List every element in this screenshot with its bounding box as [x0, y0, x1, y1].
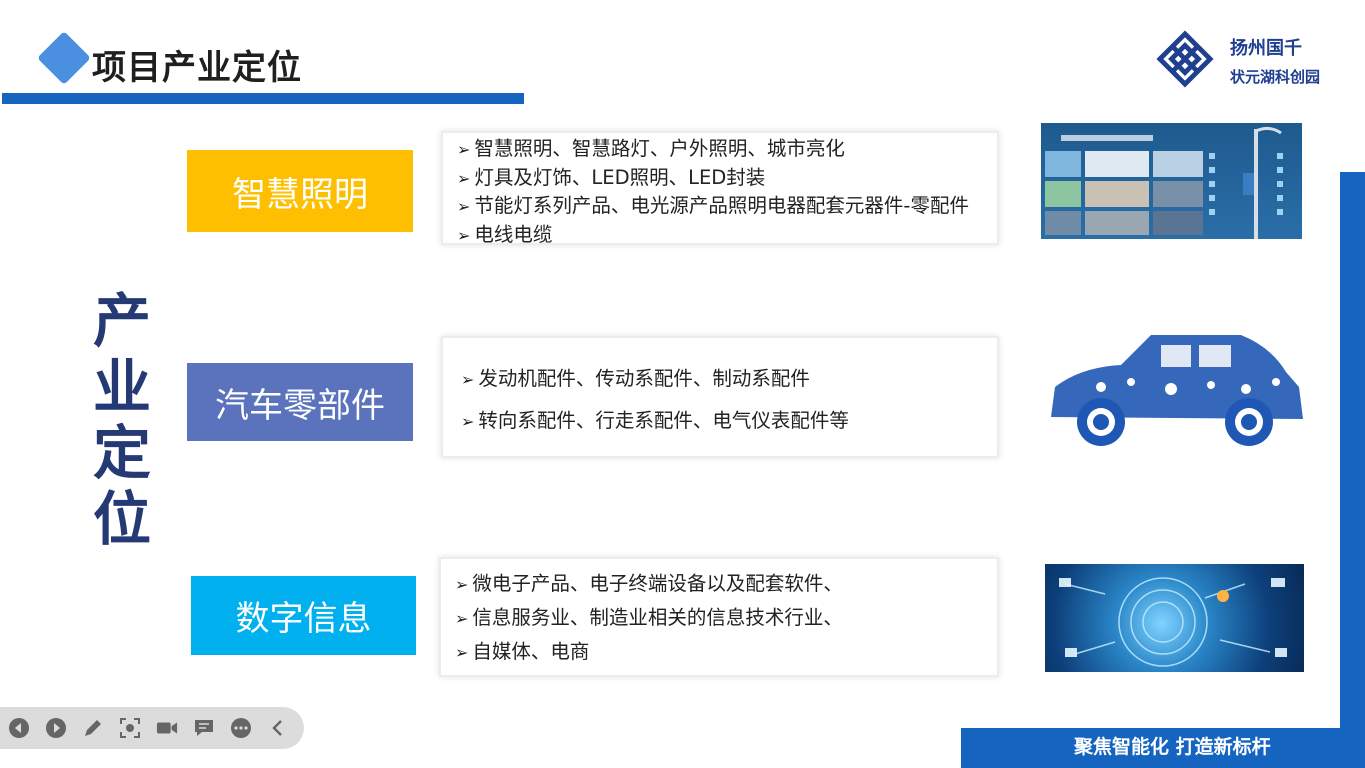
screenshot-icon[interactable] — [119, 717, 141, 739]
right-accent-bar — [1340, 172, 1365, 732]
comment-icon[interactable] — [193, 717, 215, 739]
title-underline — [2, 93, 524, 104]
footer-slogan: 聚焦智能化 打造新标杆 — [961, 728, 1365, 768]
previous-icon[interactable] — [8, 717, 30, 739]
more-icon[interactable] — [230, 717, 252, 739]
list-item: ➢ 信息服务业、制造业相关的信息技术行业、 — [455, 606, 843, 629]
list-item: ➢ 智慧照明、智慧路灯、户外照明、城市亮化 — [457, 137, 845, 160]
pen-icon[interactable] — [82, 717, 104, 739]
list-item: ➢ 电线电缆 — [457, 222, 553, 246]
digital-info-image — [1045, 564, 1304, 672]
heading-char: 定 — [92, 419, 151, 487]
page-title: 项目产业定位 — [92, 48, 302, 88]
category-auto-parts: 汽车零部件 — [187, 363, 413, 441]
auto-parts-image — [1041, 327, 1307, 447]
list-item: ➢ 转向系配件、行走系配件、电气仪表配件等 — [461, 409, 849, 432]
smart-lighting-image — [1041, 123, 1302, 239]
presentation-toolbar — [0, 707, 304, 749]
video-icon[interactable] — [156, 717, 178, 739]
list-item: ➢ 微电子产品、电子终端设备以及配套软件、 — [455, 572, 843, 595]
list-item: ➢ 灯具及灯饰、LED照明、LED封装 — [457, 165, 766, 189]
list-item: ➢ 节能灯系列产品、电光源产品照明电器配套元器件-零配件 — [457, 194, 969, 217]
smart-lighting-card: ➢ 智慧照明、智慧路灯、户外照明、城市亮化 ➢ 灯具及灯饰、LED照明、LED封装 … — [441, 131, 999, 246]
auto-parts-card: ➢ 发动机配件、传动系配件、制动系配件 ➢ 转向系配件、行走系配件、电气仪表配件等 — [441, 336, 999, 458]
logo-icon — [1156, 30, 1214, 88]
digital-info-card: ➢ 微电子产品、电子终端设备以及配套软件、 ➢ 信息服务业、制造业相关的信息技术行业… — [439, 557, 999, 677]
list-item: ➢ 自媒体、电商 — [455, 640, 590, 663]
heading-char: 位 — [92, 485, 151, 553]
category-smart-lighting: 智慧照明 — [187, 150, 413, 232]
category-digital-info: 数字信息 — [191, 576, 416, 655]
collapse-icon[interactable] — [267, 717, 289, 739]
title-diamond-icon — [37, 31, 91, 85]
industry-positioning-heading: 产 业 定 位 — [90, 288, 154, 552]
list-item: ➢ 发动机配件、传动系配件、制动系配件 — [461, 367, 810, 390]
logo-name: 扬州国千 — [1230, 38, 1302, 59]
next-icon[interactable] — [45, 717, 67, 739]
heading-char: 产 — [92, 287, 151, 355]
logo-subtitle: 状元湖科创园 — [1230, 68, 1321, 86]
heading-char: 业 — [92, 353, 151, 421]
